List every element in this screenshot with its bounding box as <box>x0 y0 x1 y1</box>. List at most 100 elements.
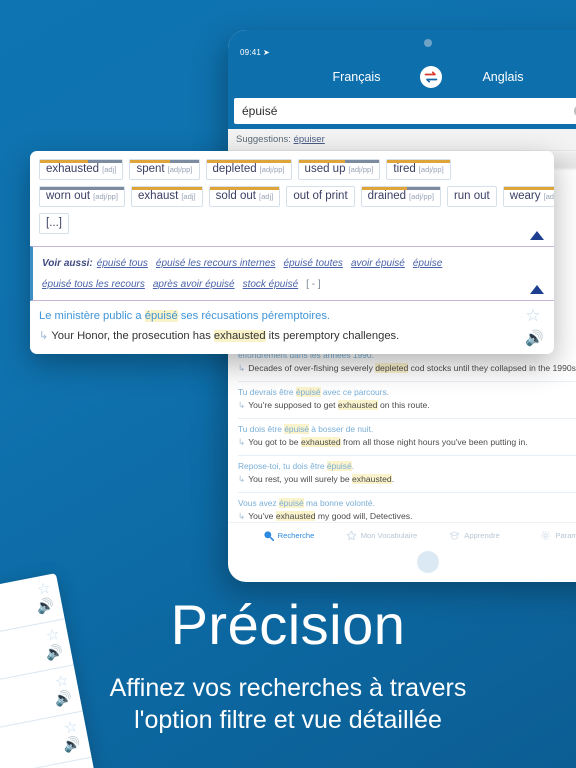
see-also-link[interactable]: épuisé toutes <box>283 258 343 269</box>
chip-quality-bar <box>298 160 380 163</box>
translation-chip[interactable]: out of print <box>286 186 355 207</box>
status-bar: 09:41 ➤ <box>240 48 270 57</box>
example-source: Repose-toi, tu dois être épuisé. <box>238 460 576 472</box>
example-target: ↳ You've exhausted my good will, Detectiv… <box>238 511 576 523</box>
chip-word: weary <box>509 190 541 202</box>
text: . <box>391 474 395 485</box>
example-target: ↳ You got to be exhausted from all those … <box>238 437 576 449</box>
chip-part-of-speech: [adj/pp] <box>93 192 119 201</box>
text: You got to be <box>248 437 301 448</box>
chip-part-of-speech: [adj] <box>543 192 554 201</box>
translation-chip[interactable]: worn out [adj/pp] <box>39 186 126 207</box>
tab-label: Mon Vocabulaire <box>360 531 418 540</box>
chip-quality-bar <box>206 160 291 163</box>
text: You rest, you will surely be <box>248 474 353 485</box>
translation-chip[interactable]: weary[adj] <box>502 186 554 207</box>
translation-chip[interactable]: exhaust [adj] <box>131 186 203 207</box>
speaker-audio-icon[interactable]: 🔊 <box>525 331 544 346</box>
source-language[interactable]: Français <box>333 70 381 84</box>
example-item[interactable]: Tu devrais être épuisé avec ce parcours.… <box>238 382 576 419</box>
target-language[interactable]: Anglais <box>482 70 523 84</box>
see-also-link[interactable]: avoir épuisé <box>351 258 405 269</box>
chip-quality-bar <box>130 160 199 163</box>
collapse-up-triangle-icon[interactable] <box>530 231 544 240</box>
example-source: Tu dois être épuisé à bosser de nuit. <box>238 423 576 435</box>
chip-word: sold out <box>215 190 256 202</box>
tab-label: Recherche <box>277 531 315 540</box>
tab-mon-vocabulaire[interactable]: Mon Vocabulaire <box>335 530 428 541</box>
translation-chip[interactable]: depleted [adj/pp] <box>205 159 292 180</box>
example-item[interactable]: Repose-toi, tu dois être épuisé. ↳ You res… <box>238 456 576 493</box>
collapse-up-triangle-icon[interactable] <box>530 285 544 294</box>
subtitle-line-2: l'option filtre et vue détaillée <box>134 706 442 734</box>
subtitle-line-1: Affinez vos recherches à travers <box>109 674 467 702</box>
chip-word: exhaust <box>138 190 179 202</box>
translation-chip[interactable]: used up [adj/pp] <box>297 159 381 180</box>
chip-quality-bar <box>503 187 554 190</box>
search-bar-container: épuisé ✕ S <box>228 98 576 129</box>
chip-word: exhausted <box>46 163 100 175</box>
tab-paramètres[interactable]: Paramètres <box>521 530 576 541</box>
app-header: 09:41 ➤ Français Anglais <box>228 30 576 98</box>
text: from all those night hours you've been p… <box>340 437 528 448</box>
example-actions: ☆ 🔊 <box>525 307 544 346</box>
see-also-link[interactable]: épuise <box>413 258 442 269</box>
example-item[interactable]: Tu dois être épuisé à bosser de nuit. ↳ Yo… <box>238 419 576 456</box>
tab-label: Paramètres <box>555 531 576 540</box>
chip-word: worn out <box>46 190 91 202</box>
chip-word: run out <box>453 190 490 202</box>
sub-arrow-icon: ↳ <box>238 437 246 448</box>
translation-chip[interactable]: [...] <box>39 213 69 234</box>
translation-chip[interactable]: spent [adj/pp] <box>129 159 200 180</box>
translation-chip[interactable]: tired [adj/pp] <box>386 159 451 180</box>
see-also-link[interactable]: épuisé les recours internes <box>156 258 276 269</box>
text: Tu devrais être <box>238 386 296 397</box>
translation-chip[interactable]: exhausted [adj] <box>39 159 124 180</box>
highlighted-term: exhausted <box>352 474 392 485</box>
chip-part-of-speech: [adj/pp] <box>409 192 434 201</box>
featured-example-source: Le ministère public a épuisé ses récusat… <box>39 309 545 325</box>
translation-chip[interactable]: sold out [adj] <box>208 186 281 207</box>
see-also-link[interactable]: épuisé tous <box>97 258 148 269</box>
text: Tu dois être <box>238 423 285 434</box>
featured-example-target: ↳ Your Honor, the prosecution has exhaust… <box>39 328 545 344</box>
chip-word: used up <box>304 163 346 175</box>
sub-arrow-icon: ↳ <box>238 474 246 485</box>
bottom-tab-bar: Recherche Mon Vocabulaire Apprendre Paramèt… <box>228 522 576 548</box>
suggestion-link[interactable]: épuiser <box>294 134 325 145</box>
favorite-star-icon: ☆ <box>71 763 88 768</box>
chip-word: drained <box>367 190 407 202</box>
star-icon <box>346 530 357 541</box>
example-target: ↳ You rest, you will surely be exhausted. <box>238 474 576 486</box>
favorite-star-icon[interactable]: ☆ <box>525 307 544 324</box>
status-time: 09:41 <box>240 48 262 57</box>
chip-part-of-speech: [adj/pp] <box>259 165 285 174</box>
text: on this route. <box>377 400 430 411</box>
translation-chip[interactable]: drained [adj/pp] <box>360 186 441 207</box>
tab-apprendre[interactable]: Apprendre <box>428 530 521 541</box>
search-field[interactable]: épuisé ✕ S <box>234 98 576 124</box>
chip-quality-bar <box>209 187 280 190</box>
translation-chip[interactable]: run out <box>446 186 497 207</box>
chip-quality-bar <box>40 187 125 190</box>
text: ses récusations péremptoires. <box>177 310 331 322</box>
search-input[interactable]: épuisé <box>242 104 574 118</box>
text: You're supposed to get <box>248 400 338 411</box>
home-indicator-dot[interactable] <box>417 551 439 573</box>
translation-chip-row: [...] <box>39 213 545 234</box>
highlighted-term: épuisé <box>278 497 304 508</box>
see-also-link[interactable]: épuisé tous les recours <box>42 279 145 290</box>
translation-chip-row: worn out [adj/pp] exhaust [adj] sold out [adj… <box>39 186 554 207</box>
swap-languages-icon[interactable] <box>420 66 443 88</box>
see-also-link[interactable]: après avoir épuisé <box>153 279 235 290</box>
tab-recherche[interactable]: Recherche <box>242 530 335 541</box>
highlighted-term: depleted <box>375 363 409 374</box>
text: Le ministère public a <box>39 310 145 322</box>
chip-quality-bar <box>40 160 123 163</box>
chip-quality-bar <box>387 160 450 163</box>
chip-quality-bar <box>132 187 202 190</box>
text: You've <box>248 511 276 522</box>
text: à bosser de nuit. <box>308 423 374 434</box>
translation-chips-area: exhausted [adj] spent [adj/pp] depleted [adj/… <box>30 151 554 246</box>
see-also-link[interactable]: stock épuisé <box>243 279 299 290</box>
